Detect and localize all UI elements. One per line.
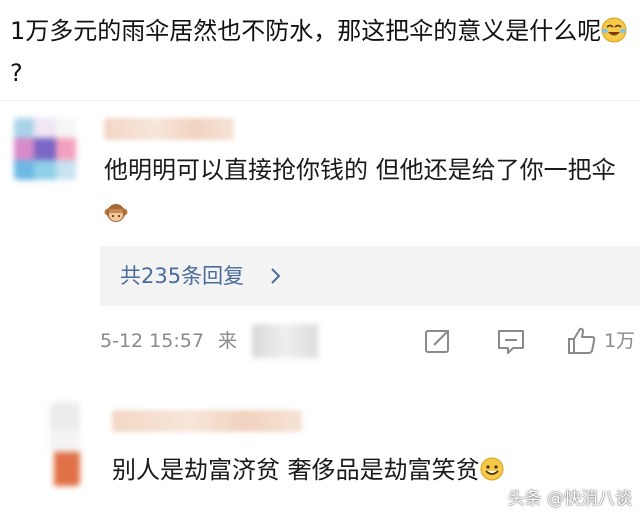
username[interactable] — [104, 118, 234, 140]
avatar[interactable] — [14, 118, 76, 180]
replies-panel[interactable]: 共235条回复 — [100, 246, 640, 306]
like-count: 1万 — [604, 330, 636, 352]
post-text: 1万多元的雨伞居然也不防水，那这把伞的意义是什么呢 ? — [10, 10, 635, 94]
comment-body: 他明明可以直接抢你钱的 但他还是给了你一把伞 — [104, 156, 616, 184]
crying-laughing-emoji-icon — [601, 17, 627, 43]
monkey-emoji-icon — [104, 204, 128, 222]
share-icon[interactable] — [424, 328, 452, 354]
view-replies-link[interactable]: 共235条回复 — [120, 246, 244, 306]
username[interactable] — [112, 410, 302, 432]
comment-icon[interactable] — [496, 328, 526, 356]
like-icon[interactable] — [566, 326, 598, 356]
comment-text: 他明明可以直接抢你钱的 但他还是给了你一把伞 — [104, 148, 624, 236]
post-suffix: ? — [10, 59, 23, 87]
chevron-right-icon — [271, 268, 281, 284]
timestamp: 5-12 15:57 — [100, 330, 204, 352]
comment-body: 别人是劫富济贫 奢侈品是劫富笑贫 — [112, 456, 480, 484]
comment-text: 别人是劫富济贫 奢侈品是劫富笑贫 — [112, 448, 612, 492]
source-blur — [252, 324, 318, 358]
source-label: 来 — [217, 330, 237, 352]
comment-meta: 5-12 15:57 来 — [100, 326, 237, 356]
avatar[interactable] — [50, 402, 80, 486]
watermark: 头条 @快消八谈 — [507, 489, 632, 509]
divider — [0, 100, 640, 101]
post-body: 1万多元的雨伞居然也不防水，那这把伞的意义是什么呢 — [10, 17, 602, 45]
grinning-emoji-icon — [480, 457, 504, 481]
